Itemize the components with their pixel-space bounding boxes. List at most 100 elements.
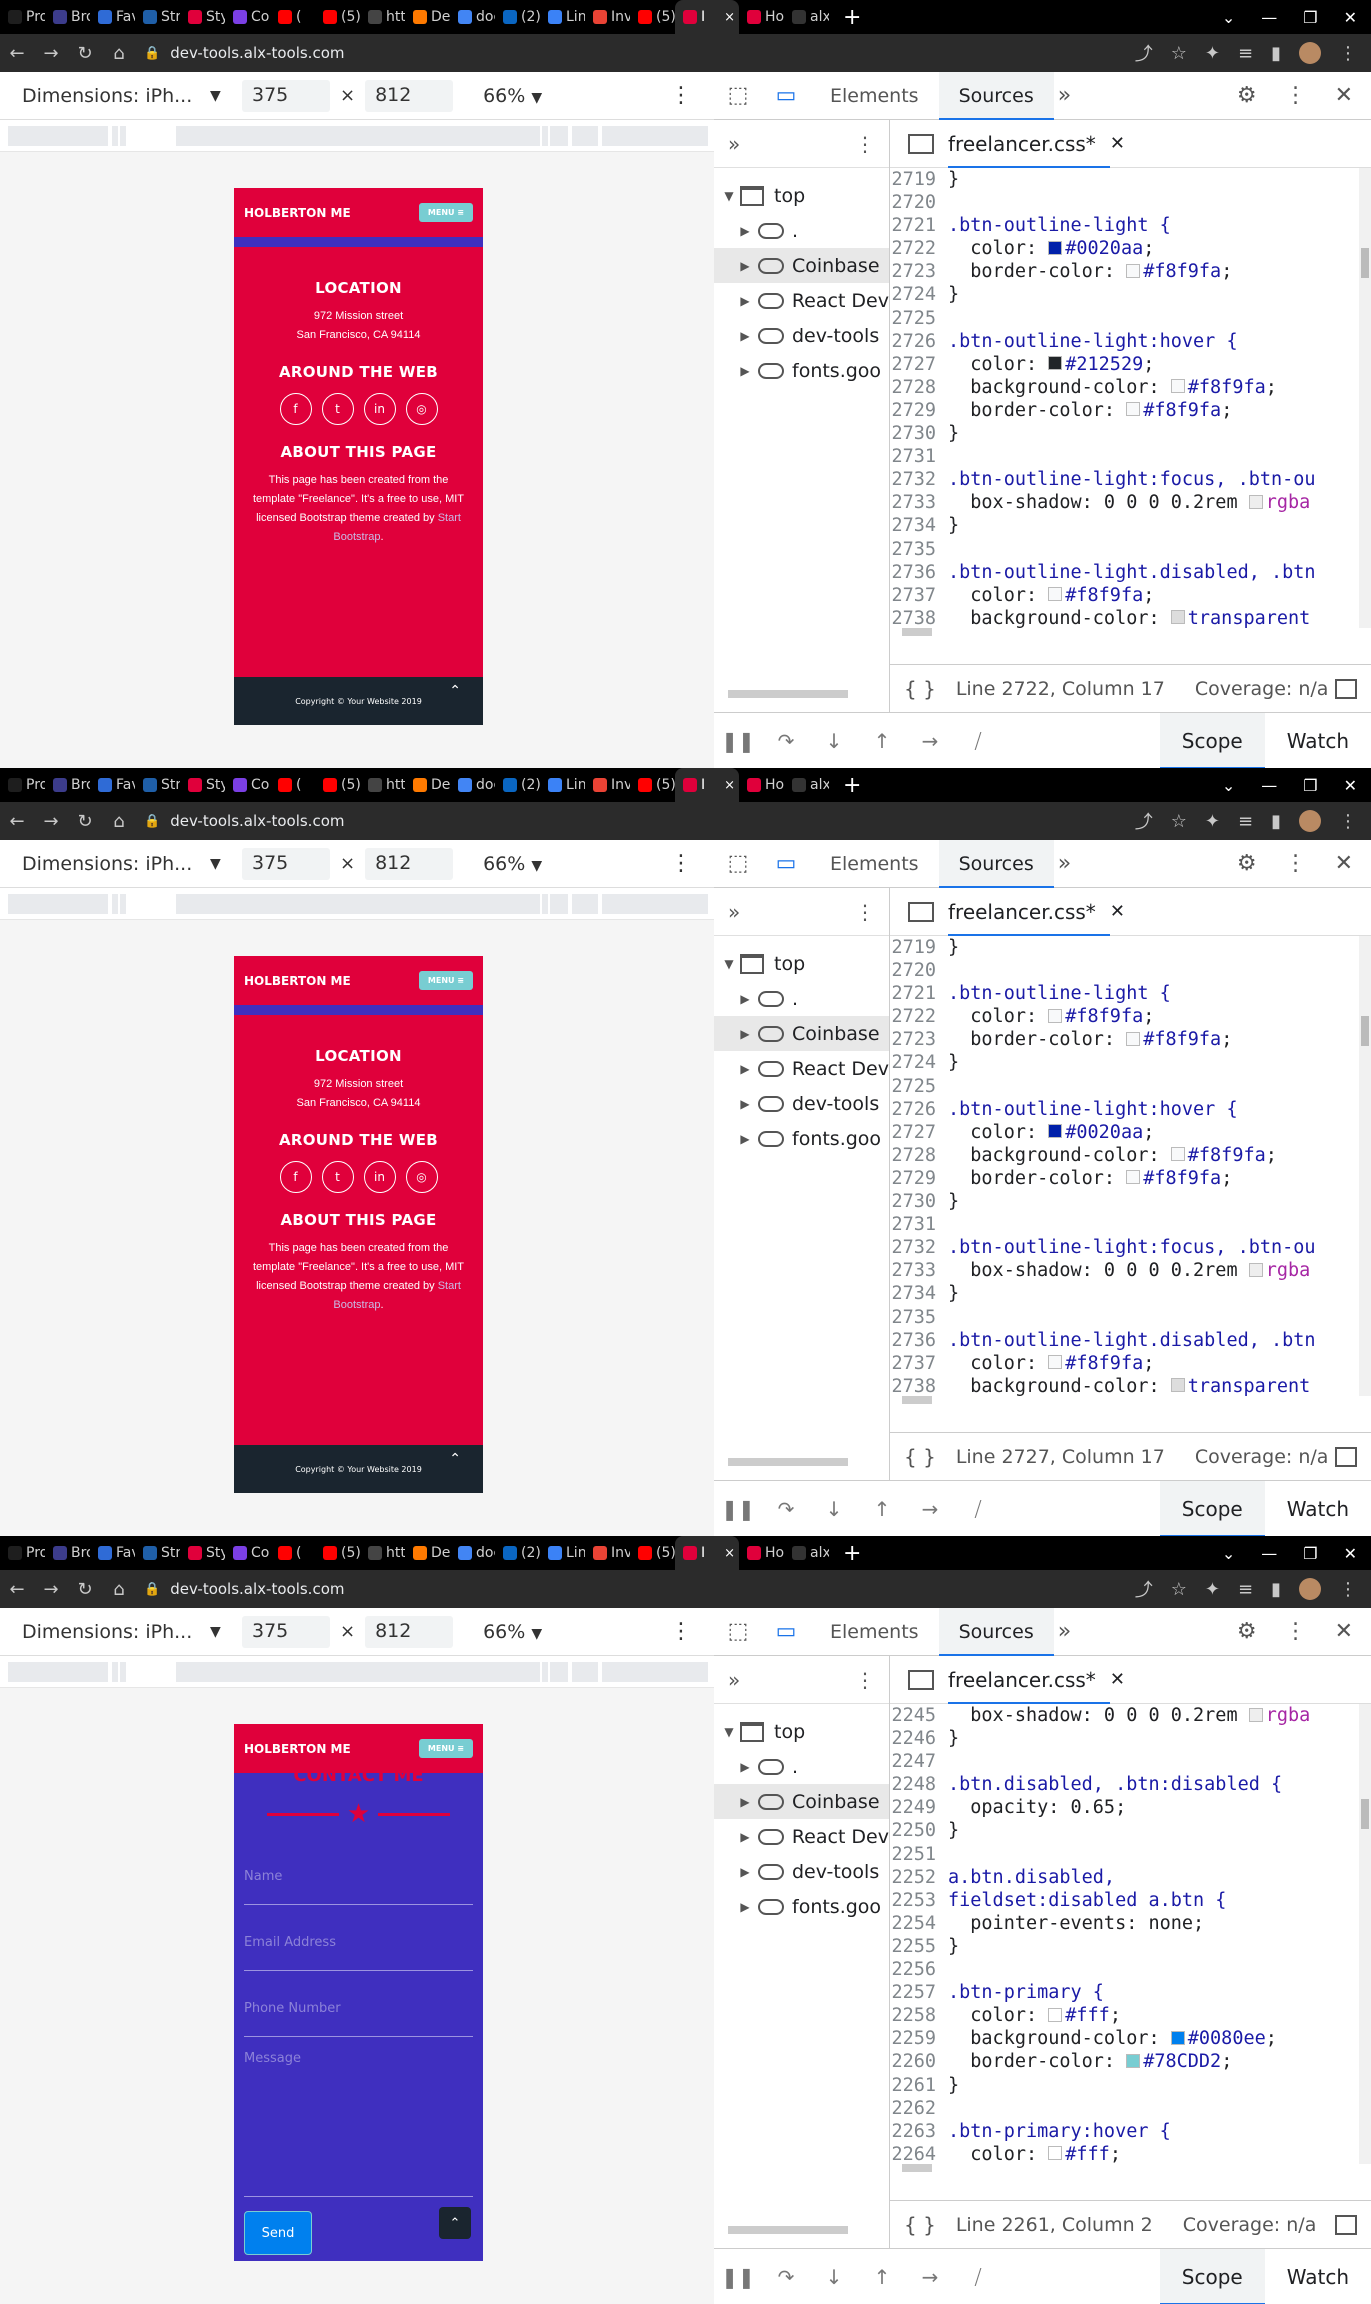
line-number[interactable]: 2728 xyxy=(890,1144,942,1167)
close-file-icon[interactable]: ✕ xyxy=(1110,1669,1125,1690)
code-line[interactable]: 2726 .btn-outline-light:hover { xyxy=(890,1098,1371,1121)
browser-tab[interactable]: ( xyxy=(270,1536,315,1570)
code-line[interactable]: 2729 border-color: #f8f9fa; xyxy=(890,399,1371,422)
tree-item[interactable]: ▶ dev-tools xyxy=(714,1086,889,1121)
pause-icon[interactable]: ❚❚ xyxy=(714,2265,762,2289)
chevron-right-icon[interactable]: ▶ xyxy=(736,364,754,378)
browser-tab[interactable]: Fav xyxy=(90,1536,135,1570)
line-number[interactable]: 2722 xyxy=(890,1005,942,1028)
height-input[interactable]: 812 xyxy=(365,1615,454,1648)
color-swatch[interactable] xyxy=(1248,494,1263,509)
browser-tab[interactable]: ( xyxy=(270,0,315,34)
tab-scope[interactable]: Scope xyxy=(1159,712,1265,768)
step-into-icon[interactable]: ↓ xyxy=(810,1497,858,1521)
line-number[interactable]: 2730 xyxy=(890,422,942,445)
step-out-icon[interactable]: ↑ xyxy=(858,1497,906,1521)
media-query-bar[interactable] xyxy=(550,126,568,146)
browser-tab[interactable]: (5) xyxy=(630,1536,675,1570)
line-number[interactable]: 2735 xyxy=(890,538,942,561)
line-number[interactable]: 2734 xyxy=(890,1282,942,1305)
line-number[interactable]: 2719 xyxy=(890,168,942,191)
code-line[interactable]: 2248 .btn.disabled, .btn:disabled { xyxy=(890,1773,1371,1796)
tab-watch[interactable]: Watch xyxy=(1265,2249,1371,2304)
device-toggle-icon[interactable]: ▭ xyxy=(762,851,810,876)
line-number[interactable]: 2728 xyxy=(890,376,942,399)
tab-watch[interactable]: Watch xyxy=(1265,1481,1371,1537)
toggle-drawer-icon[interactable] xyxy=(1335,2214,1357,2235)
browser-tab[interactable]: Dev xyxy=(405,0,450,34)
media-query-bar[interactable] xyxy=(176,894,540,914)
tree-item[interactable]: ▶ dev-tools xyxy=(714,1854,889,1889)
back-icon[interactable]: ← xyxy=(0,43,34,64)
tree-item[interactable]: ▶ fonts.goo xyxy=(714,353,889,388)
horizontal-scrollbar[interactable] xyxy=(728,1458,848,1466)
line-number[interactable]: 2250 xyxy=(890,1819,942,1842)
dropdown-arrow-icon[interactable]: ▼ xyxy=(210,856,242,872)
browser-tab[interactable]: Fav xyxy=(90,768,135,802)
browser-tab[interactable]: ( xyxy=(270,768,315,802)
more-tabs-icon[interactable]: » xyxy=(728,132,740,156)
facebook-icon[interactable]: f xyxy=(279,1161,312,1193)
minimize-icon[interactable]: — xyxy=(1261,8,1277,27)
code-line[interactable]: 2735 xyxy=(890,1306,1371,1329)
chevron-right-icon[interactable]: ▶ xyxy=(736,1027,754,1041)
more-options-icon[interactable]: ⋮ xyxy=(670,851,692,876)
tree-item[interactable]: ▶ Coinbase xyxy=(714,1784,889,1819)
code-line[interactable]: 2733 box-shadow: 0 0 0 0.2rem rgba xyxy=(890,491,1371,514)
step-out-icon[interactable]: ↑ xyxy=(858,2265,906,2289)
browser-tab[interactable]: Invi xyxy=(585,768,630,802)
browser-tab[interactable]: alx xyxy=(784,768,829,802)
browser-tab[interactable]: Bro xyxy=(45,768,90,802)
tree-item[interactable]: ▼ top xyxy=(714,946,889,981)
minimize-icon[interactable]: — xyxy=(1261,1544,1277,1563)
code-line[interactable]: 2721 .btn-outline-light { xyxy=(890,214,1371,237)
browser-tab[interactable]: (2) xyxy=(495,0,540,34)
message-field[interactable]: Message xyxy=(244,2037,473,2197)
height-input[interactable]: 812 xyxy=(365,847,454,880)
more-tabs-icon[interactable]: » xyxy=(728,900,740,924)
horizontal-scrollbar[interactable] xyxy=(902,628,932,636)
profile-avatar[interactable] xyxy=(1299,42,1321,64)
line-number[interactable]: 2724 xyxy=(890,1051,942,1074)
code-line[interactable]: 2246} xyxy=(890,1727,1371,1750)
browser-tab[interactable]: (2) xyxy=(495,1536,540,1570)
chevron-right-icon[interactable]: ▶ xyxy=(736,1900,754,1914)
star-icon[interactable]: ☆ xyxy=(1171,1579,1187,1600)
color-swatch[interactable] xyxy=(1170,2030,1185,2045)
chevron-right-icon[interactable]: ▶ xyxy=(736,329,754,343)
star-icon[interactable]: ☆ xyxy=(1171,811,1187,832)
code-line[interactable]: 2259 background-color: #0080ee; xyxy=(890,2027,1371,2050)
chevron-right-icon[interactable]: ▶ xyxy=(736,294,754,308)
step-icon[interactable]: → xyxy=(906,1497,954,1521)
code-line[interactable]: 2250} xyxy=(890,1819,1371,1842)
line-number[interactable]: 2725 xyxy=(890,1075,942,1098)
line-number[interactable]: 2256 xyxy=(890,1958,942,1981)
lock-icon[interactable]: 🔒 xyxy=(144,46,160,61)
close-devtools-icon[interactable]: ✕ xyxy=(1335,1619,1353,1644)
color-swatch[interactable] xyxy=(1170,379,1185,394)
extensions-icon[interactable]: ✦ xyxy=(1205,43,1220,64)
line-number[interactable]: 2251 xyxy=(890,1843,942,1866)
browser-tab[interactable]: (5) xyxy=(315,768,360,802)
line-number[interactable]: 2246 xyxy=(890,1727,942,1750)
more-options-icon[interactable]: ⋮ xyxy=(855,132,875,156)
line-number[interactable]: 2736 xyxy=(890,561,942,584)
color-swatch[interactable] xyxy=(1048,1124,1063,1139)
deactivate-breakpoints-icon[interactable]: ⧸ xyxy=(954,729,1002,753)
line-number[interactable]: 2729 xyxy=(890,399,942,422)
browser-tab[interactable]: Cor xyxy=(225,1536,270,1570)
device-toggle-icon[interactable]: ▭ xyxy=(762,1619,810,1644)
home-icon[interactable]: ⌂ xyxy=(102,1579,136,1600)
menu-button[interactable]: MENU ≡ xyxy=(418,1739,473,1758)
color-swatch[interactable] xyxy=(1048,2007,1063,2022)
close-window-icon[interactable]: ✕ xyxy=(1344,8,1357,27)
reload-icon[interactable]: ↻ xyxy=(68,1579,102,1600)
media-query-bar[interactable] xyxy=(572,894,598,914)
code-line[interactable]: 2733 box-shadow: 0 0 0 0.2rem rgba xyxy=(890,1259,1371,1282)
menu-button[interactable]: MENU ≡ xyxy=(418,203,473,222)
browser-tab[interactable]: Cor xyxy=(225,0,270,34)
line-number[interactable]: 2264 xyxy=(890,2143,942,2164)
linkedin-icon[interactable]: in xyxy=(363,1161,396,1193)
address-bar[interactable]: 🔒 dev-tools.alx-tools.com xyxy=(144,807,1127,835)
media-icon[interactable]: ≡ xyxy=(1238,1579,1253,1600)
